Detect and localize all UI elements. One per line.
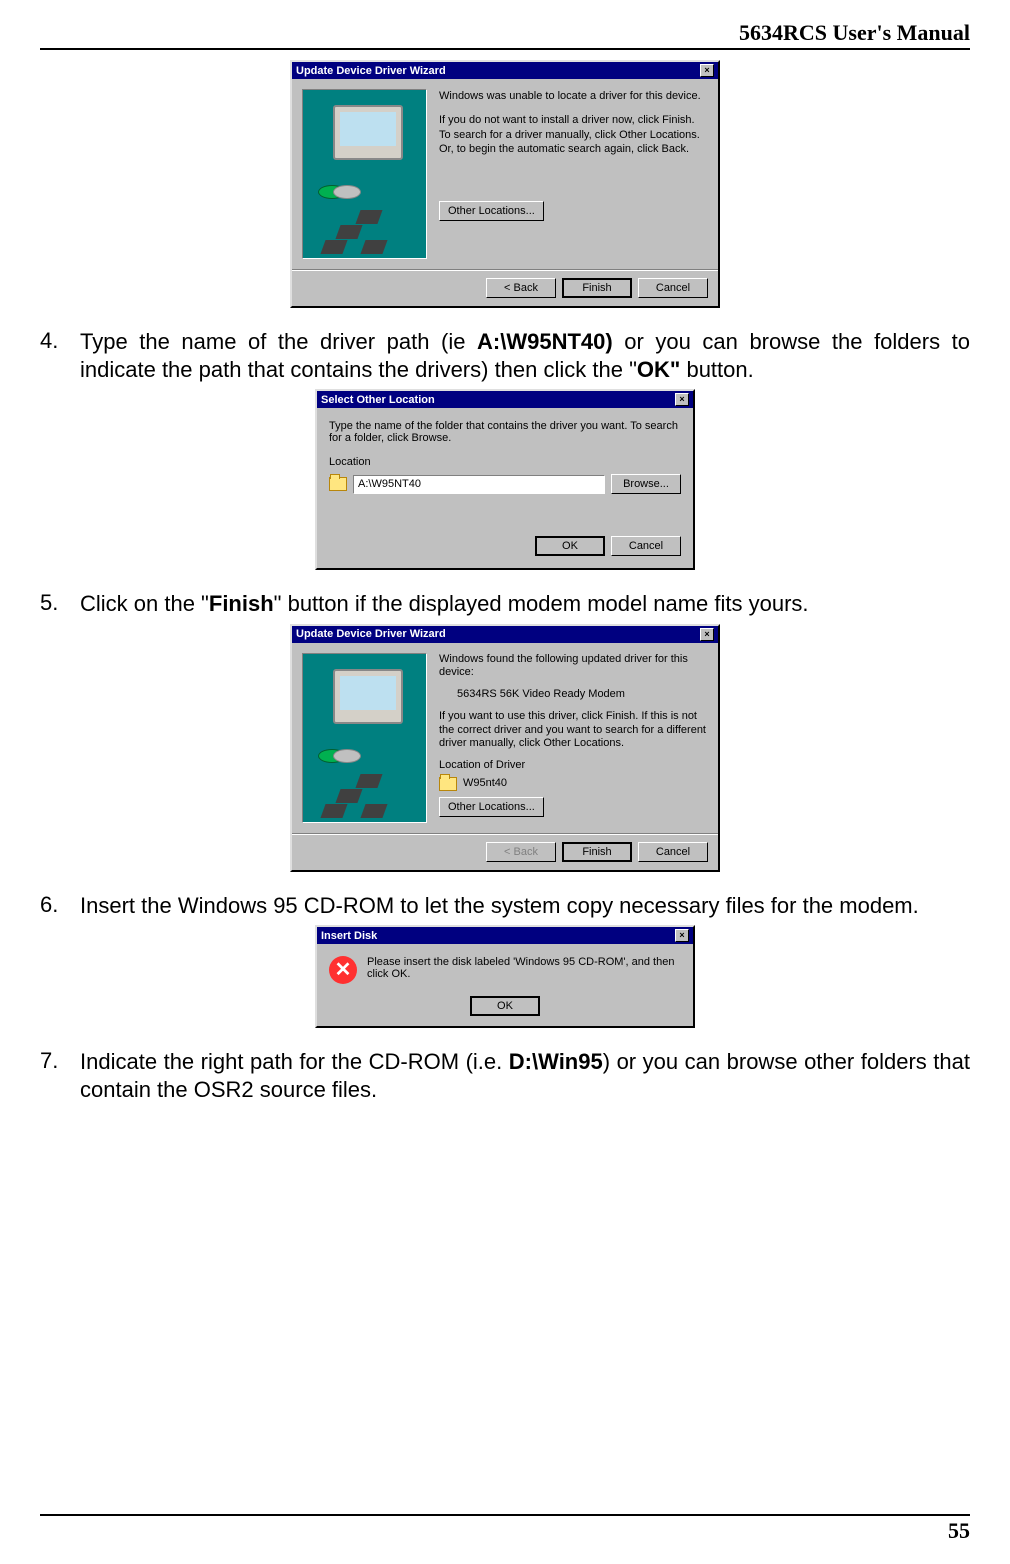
update-driver-wizard-dialog-1: Update Device Driver Wizard × Windows wa… [290, 60, 720, 308]
close-icon[interactable]: × [700, 64, 714, 77]
wizard-image [302, 653, 427, 823]
back-button[interactable]: < Back [486, 842, 556, 862]
step-5-text: Click on the "Finish" button if the disp… [80, 590, 970, 618]
browse-button[interactable]: Browse... [611, 474, 681, 494]
dialog1-msg1: Windows was unable to locate a driver fo… [439, 89, 708, 103]
step-5-number: 5. [40, 590, 80, 618]
location-input[interactable] [353, 475, 605, 494]
finish-button[interactable]: Finish [562, 278, 632, 298]
wizard-image [302, 89, 427, 259]
cancel-button[interactable]: Cancel [638, 842, 708, 862]
other-locations-button[interactable]: Other Locations... [439, 797, 544, 817]
cancel-button[interactable]: Cancel [611, 536, 681, 556]
dialog4-msg: Please insert the disk labeled 'Windows … [367, 956, 681, 980]
location-label: Location [329, 456, 681, 468]
page-header-title: 5634RCS User's Manual [40, 20, 970, 50]
detected-device-name: 5634RS 56K Video Ready Modem [457, 688, 708, 702]
ok-button[interactable]: OK [535, 536, 605, 556]
dialog1-msg2: If you do not want to install a driver n… [439, 113, 708, 156]
step-6-text: Insert the Windows 95 CD-ROM to let the … [80, 892, 970, 920]
cancel-button[interactable]: Cancel [638, 278, 708, 298]
close-icon[interactable]: × [675, 929, 689, 942]
dialog3-title: Update Device Driver Wizard [296, 628, 446, 640]
dialog4-title: Insert Disk [321, 930, 377, 942]
step-7-number: 7. [40, 1048, 80, 1103]
back-button[interactable]: < Back [486, 278, 556, 298]
driver-location-label: Location of Driver [439, 759, 708, 773]
close-icon[interactable]: × [675, 393, 689, 406]
insert-disk-dialog: Insert Disk × ✕ Please insert the disk l… [315, 925, 695, 1028]
page-number: 55 [40, 1514, 970, 1544]
dialog3-msg1: Windows found the following updated driv… [439, 653, 708, 681]
dialog3-msg2: If you want to use this driver, click Fi… [439, 710, 708, 751]
dialog1-title: Update Device Driver Wizard [296, 65, 446, 77]
step-4-number: 4. [40, 328, 80, 383]
finish-button[interactable]: Finish [562, 842, 632, 862]
select-other-location-dialog: Select Other Location × Type the name of… [315, 389, 695, 570]
error-icon: ✕ [329, 956, 357, 984]
ok-button[interactable]: OK [470, 996, 540, 1016]
close-icon[interactable]: × [700, 628, 714, 641]
step-4-text: Type the name of the driver path (ie A:\… [80, 328, 970, 383]
folder-icon [329, 477, 347, 491]
step-7-text: Indicate the right path for the CD-ROM (… [80, 1048, 970, 1103]
folder-icon [439, 777, 457, 791]
update-driver-wizard-dialog-2: Update Device Driver Wizard × Windows fo… [290, 624, 720, 872]
dialog2-desc: Type the name of the folder that contain… [329, 420, 681, 444]
other-locations-button[interactable]: Other Locations... [439, 201, 544, 221]
driver-location-value: W95nt40 [463, 777, 507, 791]
step-6-number: 6. [40, 892, 80, 920]
dialog2-title: Select Other Location [321, 394, 435, 406]
